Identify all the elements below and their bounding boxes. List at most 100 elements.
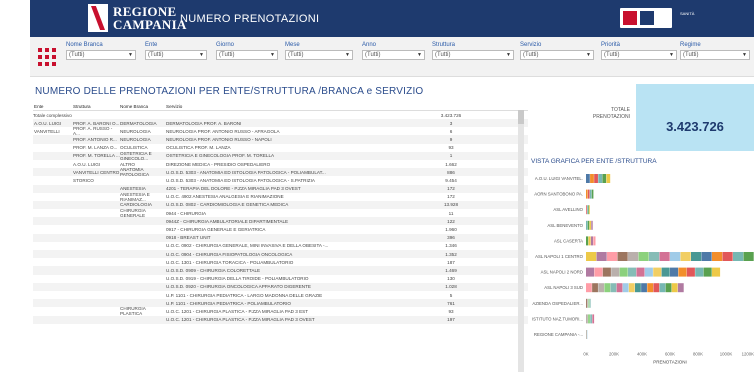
- chart-bar-segment[interactable]: [635, 283, 641, 293]
- table-row[interactable]: PROF. M. TORELLA ... OSTETRICIA E GINECOL…: [33, 151, 528, 161]
- table-row[interactable]: ANESTESIA 4201 - TERAPIA DEL DOLORE - P.Z…: [33, 184, 528, 193]
- chart-bar-segment[interactable]: [610, 283, 617, 293]
- chart-bar-segment[interactable]: [586, 267, 595, 277]
- filter-dropdown[interactable]: (Tutti) ▼: [680, 50, 750, 60]
- chart-bar-segment[interactable]: [680, 252, 691, 261]
- chart-bar-segment[interactable]: [587, 189, 590, 199]
- chart-bar-segment[interactable]: [712, 252, 723, 261]
- chart-bar-segment[interactable]: [594, 174, 598, 183]
- table-row[interactable]: A.O.U. LUIGI ALTRO DIREZIONE MEDICA - PRES…: [33, 160, 528, 168]
- chart-bar-segment[interactable]: [670, 267, 679, 277]
- chart-bar-segment[interactable]: [602, 267, 611, 277]
- chart-bar-segment[interactable]: [647, 283, 654, 293]
- chart-bar-segment[interactable]: [596, 252, 607, 261]
- table-row[interactable]: 0918 - BREAST UNIT 396: [33, 233, 528, 242]
- chart-bar-segment[interactable]: [695, 267, 704, 277]
- chart-bar-segment[interactable]: [586, 283, 592, 293]
- chart-bar-segment[interactable]: [686, 267, 695, 277]
- chart-bar-segment[interactable]: [628, 283, 635, 293]
- chart-bar-segment[interactable]: [743, 252, 754, 261]
- table-row[interactable]: CARDIOLOGIA U.O.S.D. 0802 - CARDIOMIOLOGI…: [33, 200, 528, 210]
- table-row[interactable]: U.O.C. 1301 - CHIRURGIA TORACICA - POLIA…: [33, 258, 528, 266]
- chart-bar-segment[interactable]: [659, 252, 670, 261]
- table-row[interactable]: U.O.C. 0904 - CHIRURGIA FISIOPATOLOGIA O…: [33, 250, 528, 259]
- chart-bar-segment[interactable]: [586, 252, 597, 261]
- filter-dropdown[interactable]: (Tutti) ▼: [601, 50, 677, 60]
- filter-dropdown[interactable]: (Tutti) ▼: [432, 50, 514, 60]
- table-row[interactable]: PROF. M. LANZA O... OCULISTICA OCULISTICA …: [33, 144, 528, 152]
- col-header-ente[interactable]: Ente: [33, 104, 73, 109]
- col-header-struttura[interactable]: Struttura: [73, 104, 120, 109]
- chart-bar-segment[interactable]: [607, 252, 618, 261]
- chart-bar-segment[interactable]: [722, 252, 733, 261]
- chart-bar-segment[interactable]: [617, 252, 628, 261]
- chart-bar-segment[interactable]: [586, 174, 590, 183]
- chart-bar-segment[interactable]: [628, 252, 639, 261]
- chart-bar-segment[interactable]: [636, 267, 645, 277]
- chart-bar-segment[interactable]: [616, 283, 623, 293]
- chart-bar-segment[interactable]: [604, 283, 611, 293]
- chart-bar-segment[interactable]: [628, 267, 637, 277]
- table-row[interactable]: VANVITELLI CENTRO ANATOMIA PATOLOGICA U.O.…: [33, 167, 528, 177]
- chart-bar-segment[interactable]: [677, 283, 684, 293]
- chart-bar-segment[interactable]: [703, 267, 712, 277]
- col-header-servizio[interactable]: Servizio: [166, 104, 391, 109]
- table-row[interactable]: STORICO U.O.S.D. 5303 - ANATOMIA ED ISTOL…: [33, 176, 528, 184]
- chart-bar-segment[interactable]: [593, 236, 596, 246]
- filter-dropdown[interactable]: (Tutti) ▼: [362, 50, 425, 60]
- chart-bar-segment[interactable]: [606, 174, 611, 183]
- chart-bar-segment[interactable]: [589, 220, 591, 230]
- chart-bar-segment[interactable]: [649, 252, 660, 261]
- chart-bar-segment[interactable]: [587, 220, 590, 230]
- chart-bar-segment[interactable]: [598, 174, 603, 183]
- table-row[interactable]: U.O.C. 0902 - CHIRURGIA GENERALE, MINI I…: [33, 242, 528, 250]
- chart-bar-segment[interactable]: [589, 189, 592, 199]
- chart-bar-segment[interactable]: [644, 267, 653, 277]
- chart-bar-segment[interactable]: [638, 252, 649, 261]
- filter-dropdown[interactable]: (Tutti) ▼: [66, 50, 136, 60]
- chart-bar-segment[interactable]: [701, 252, 712, 261]
- chart-bar-segment[interactable]: [586, 205, 587, 215]
- filter-dropdown[interactable]: (Tutti) ▼: [216, 50, 278, 60]
- filter-dropdown[interactable]: (Tutti) ▼: [520, 50, 594, 60]
- chart-bar-segment[interactable]: [588, 205, 589, 215]
- table-row[interactable]: VANVITELLI PROF. A. RUSSO - A... NEUROLOGI…: [33, 126, 528, 136]
- table-row[interactable]: CHIRURGIA PLASTICA U.O.C. 1201 - CHIRURGI…: [33, 306, 528, 316]
- table-row[interactable]: U.O.S.D. 0919 - CHIRURGIA DELLA TIROIDE …: [33, 275, 528, 283]
- chart-bar-segment[interactable]: [589, 205, 590, 215]
- chart-bar-segment[interactable]: [602, 174, 607, 183]
- chart-bar-segment[interactable]: [594, 267, 603, 277]
- menu-grid-icon[interactable]: [38, 48, 56, 66]
- table-row[interactable]: ANESTESIA E RIANIMAZ... U.O.C. 4902 ANEST…: [33, 192, 528, 202]
- chart-bar-segment[interactable]: [653, 267, 662, 277]
- table-row[interactable]: U.O.S.D. 0920 - CHIRURGIA ONCOLOGICA APP…: [33, 282, 528, 291]
- table-row[interactable]: U.O.C. 1201 - CHIRURGIA PLASTICA - P.ZZA…: [33, 315, 528, 324]
- chart-bar-segment[interactable]: [586, 220, 588, 230]
- chart-bar-segment[interactable]: [665, 283, 672, 293]
- chart-bar-segment[interactable]: [678, 267, 687, 277]
- chart-bar-segment[interactable]: [586, 298, 587, 308]
- chart-bar-segment[interactable]: [587, 298, 589, 308]
- chart-bar-segment[interactable]: [592, 283, 598, 293]
- chart-bar-segment[interactable]: [670, 252, 681, 261]
- chart-bar-segment[interactable]: [641, 283, 647, 293]
- chart-bar-segment[interactable]: [619, 267, 628, 277]
- chart-bar-segment[interactable]: [712, 267, 721, 277]
- chart-bar-segment[interactable]: [588, 236, 591, 246]
- chart-bar-segment[interactable]: [586, 189, 588, 199]
- chart-bar-segment[interactable]: [691, 252, 702, 261]
- filter-dropdown[interactable]: (Tutti) ▼: [285, 50, 353, 60]
- table-scrollbar[interactable]: [518, 110, 524, 372]
- chart-bar-segment[interactable]: [653, 283, 660, 293]
- chart-bar-segment[interactable]: [591, 220, 593, 230]
- chart-bar-segment[interactable]: [587, 205, 588, 215]
- table-row[interactable]: CHIRURGIA GENERALE 0944 - CHIRURGIA 11: [33, 208, 528, 218]
- table-row[interactable]: U.P. 1101 - CHIRURGIA PEDIATRICA - POLIA…: [33, 299, 528, 308]
- chart-bar-segment[interactable]: [590, 236, 594, 246]
- chart-bar-segment[interactable]: [592, 314, 595, 324]
- chart-bar-segment[interactable]: [733, 252, 744, 261]
- table-scrollbar-thumb[interactable]: [518, 110, 524, 124]
- col-header-branca[interactable]: Nome Branca: [120, 104, 166, 109]
- chart-bar-segment[interactable]: [659, 283, 666, 293]
- chart-bar-segment[interactable]: [622, 283, 629, 293]
